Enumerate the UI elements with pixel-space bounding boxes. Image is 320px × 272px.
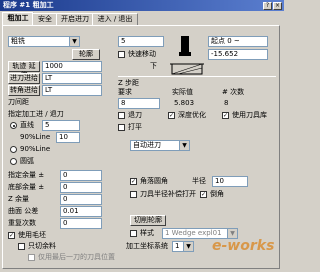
stepover-label: 刀间距 — [8, 98, 29, 106]
use-stock-checkbox[interactable]: ✓ — [8, 232, 15, 239]
separator — [118, 76, 276, 77]
tool-lib-checkbox[interactable]: ✓ — [222, 112, 229, 119]
corner-feed-button[interactable]: 转角进给 — [8, 85, 40, 96]
mode-select-value: 自动进刀 — [133, 141, 161, 149]
coord-select[interactable]: 1 ▼ — [172, 241, 194, 252]
radius-label: 半径 — [192, 177, 206, 185]
watermark-logo: e-works — [212, 238, 275, 254]
use-stock-label: 使用毛坯 — [18, 231, 46, 239]
corner-round-checkbox[interactable]: ✓ — [130, 178, 137, 185]
z-value-input[interactable]: -15.652 — [208, 49, 268, 60]
top-value-input[interactable]: 5 — [118, 36, 164, 47]
tolerance-input[interactable]: 0.01 — [60, 206, 102, 217]
tool-comp-label: 刀具半径补偿打开 — [140, 190, 196, 198]
last-pass-checkbox[interactable] — [28, 254, 35, 261]
repeat-input[interactable]: 0 — [60, 218, 102, 229]
only-rest-label: 只切余料 — [28, 242, 56, 250]
line90-label: 90%Line — [20, 133, 51, 141]
coord-label: 加工坐标系统 — [126, 242, 168, 250]
tab-rough[interactable]: 粗加工 — [2, 12, 34, 26]
down-label: 下 — [150, 62, 157, 70]
repeat-label: 重复次数 — [8, 219, 36, 227]
tool-lib-label: 使用刀具库 — [232, 111, 267, 119]
type-select-value: 粗铣 — [11, 37, 25, 45]
depth-opt-label: 深度优化 — [178, 111, 206, 119]
line90b-radio[interactable] — [10, 146, 17, 153]
tool-comp-checkbox[interactable] — [130, 191, 137, 198]
col-count: # 次数 — [222, 88, 245, 96]
coord-select-value: 1 — [175, 242, 180, 250]
tool-diagram-icon — [170, 36, 204, 75]
style-checkbox[interactable] — [130, 230, 137, 237]
plunge-feed-button[interactable]: 进刀进给 — [8, 73, 40, 84]
chamfer-checkbox[interactable]: ✓ — [200, 191, 207, 198]
style-label: 样式 — [140, 229, 154, 237]
stock-input[interactable]: 0 — [60, 170, 102, 181]
plunge-feed-input[interactable]: LT — [42, 73, 102, 84]
tolerance-label: 曲面 公差 — [8, 207, 39, 215]
only-rest-checkbox[interactable] — [18, 243, 25, 250]
chevron-down-icon: ▼ — [179, 141, 189, 150]
flat-checkbox[interactable] — [118, 124, 125, 131]
contour-button[interactable]: 轮廓 — [72, 49, 100, 60]
type-select[interactable]: 粗铣 ▼ — [8, 36, 80, 47]
chamfer-label: 倒角 — [210, 190, 224, 198]
count-value: 8 — [224, 99, 229, 107]
last-pass-label: 仅用最后一刀的刀具位置 — [38, 253, 115, 261]
window-title: 程序 #1 粗加工 — [3, 1, 54, 9]
line90-input[interactable]: 10 — [56, 132, 80, 143]
col-required: 要求 — [118, 88, 132, 96]
close-button[interactable]: × — [273, 1, 282, 10]
cut-contour-button[interactable]: 切削轮廓 — [130, 215, 166, 226]
allowance-label: Z 余量 — [8, 195, 30, 203]
straight-radio[interactable] — [10, 122, 17, 129]
required-input[interactable]: 8 — [118, 98, 160, 109]
col-actual: 实际值 — [172, 88, 193, 96]
radius-input[interactable]: 10 — [212, 176, 248, 187]
retract-label: 退刀 — [128, 111, 142, 119]
arc-radio[interactable] — [10, 158, 17, 165]
mode-select[interactable]: 自动进刀 ▼ — [130, 140, 190, 151]
rapid-label: 快速移动 — [128, 50, 156, 58]
style-select-value: 1 Wedge expl01 — [165, 229, 222, 237]
chevron-down-icon: ▼ — [69, 37, 79, 46]
retract-checkbox[interactable] — [118, 112, 125, 119]
trajectory-button[interactable]: 轨迹 延伸 — [8, 61, 40, 79]
flat-label: 打平 — [128, 123, 142, 131]
depth-opt-checkbox[interactable]: ✓ — [168, 112, 175, 119]
arc-label: 圆弧 — [20, 157, 34, 165]
rapid-checkbox[interactable] — [118, 51, 125, 58]
z-step-header: Z 步距 — [118, 79, 140, 87]
help-button[interactable]: ? — [263, 1, 272, 10]
actual-value: 5.803 — [174, 99, 195, 107]
corner-feed-input[interactable]: LT — [42, 85, 102, 96]
window-titlebar: 程序 #1 粗加工 — [0, 0, 284, 11]
straight-input[interactable]: 5 — [42, 120, 80, 131]
chevron-down-icon: ▼ — [227, 229, 237, 238]
trajectory-input[interactable]: 1000 — [42, 61, 102, 72]
start-step-input[interactable]: 起点 0 ~ — [208, 36, 268, 47]
chevron-down-icon: ▼ — [183, 242, 193, 251]
allowance-input[interactable]: 0 — [60, 194, 102, 205]
stock2-label: 底部余量 ± — [8, 183, 45, 191]
feed-group-label: 指定加工进 / 退刀 — [8, 110, 64, 118]
stock-label: 指定余量 ± — [8, 171, 45, 179]
straight-label: 直线 — [20, 121, 34, 129]
stock2-input[interactable]: 0 — [60, 182, 102, 193]
corner-round-label: 角落圆角 — [140, 177, 168, 185]
line90b-label: 90%Line — [20, 145, 51, 153]
